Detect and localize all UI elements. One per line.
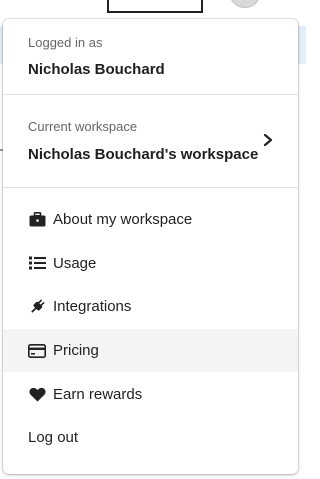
credit-card-icon [28,342,46,360]
menu-item-about-workspace[interactable]: About my workspace [3,198,298,242]
menu-item-usage[interactable]: Usage [3,242,298,286]
heart-icon [28,385,46,403]
background-outlined-button[interactable] [107,0,203,13]
account-section: Logged in as Nicholas Bouchard [3,19,298,94]
workspace-caption: Current workspace [28,119,138,134]
current-workspace-button[interactable]: Current workspace Nicholas Bouchard's wo… [3,95,298,187]
menu-item-label: Log out [28,429,79,447]
menu-item-label: Integrations [53,298,132,316]
logged-in-caption: Logged in as [28,35,103,50]
list-icon [28,254,46,272]
menu-item-earn-rewards[interactable]: Earn rewards [3,372,298,416]
menu-item-integrations[interactable]: Integrations [3,285,298,329]
briefcase-icon [28,211,46,229]
menu-item-label: Pricing [53,342,99,360]
account-dropdown-menu: Logged in as Nicholas Bouchard Current w… [3,19,298,474]
menu-items: About my workspace Usage Integrations Pr… [3,188,298,460]
menu-item-label: Usage [53,254,97,272]
menu-item-pricing[interactable]: Pricing [3,328,298,373]
workspace-name: Nicholas Bouchard's workspace [28,146,259,163]
chevron-right-icon [261,133,275,147]
menu-item-log-out[interactable]: Log out [3,416,298,460]
menu-item-label: About my workspace [53,211,193,229]
user-name: Nicholas Bouchard [28,61,165,78]
background-avatar[interactable] [229,0,261,8]
workspace-section: Current workspace Nicholas Bouchard's wo… [3,94,298,188]
plug-icon [28,298,46,316]
menu-item-label: Earn rewards [53,385,143,403]
